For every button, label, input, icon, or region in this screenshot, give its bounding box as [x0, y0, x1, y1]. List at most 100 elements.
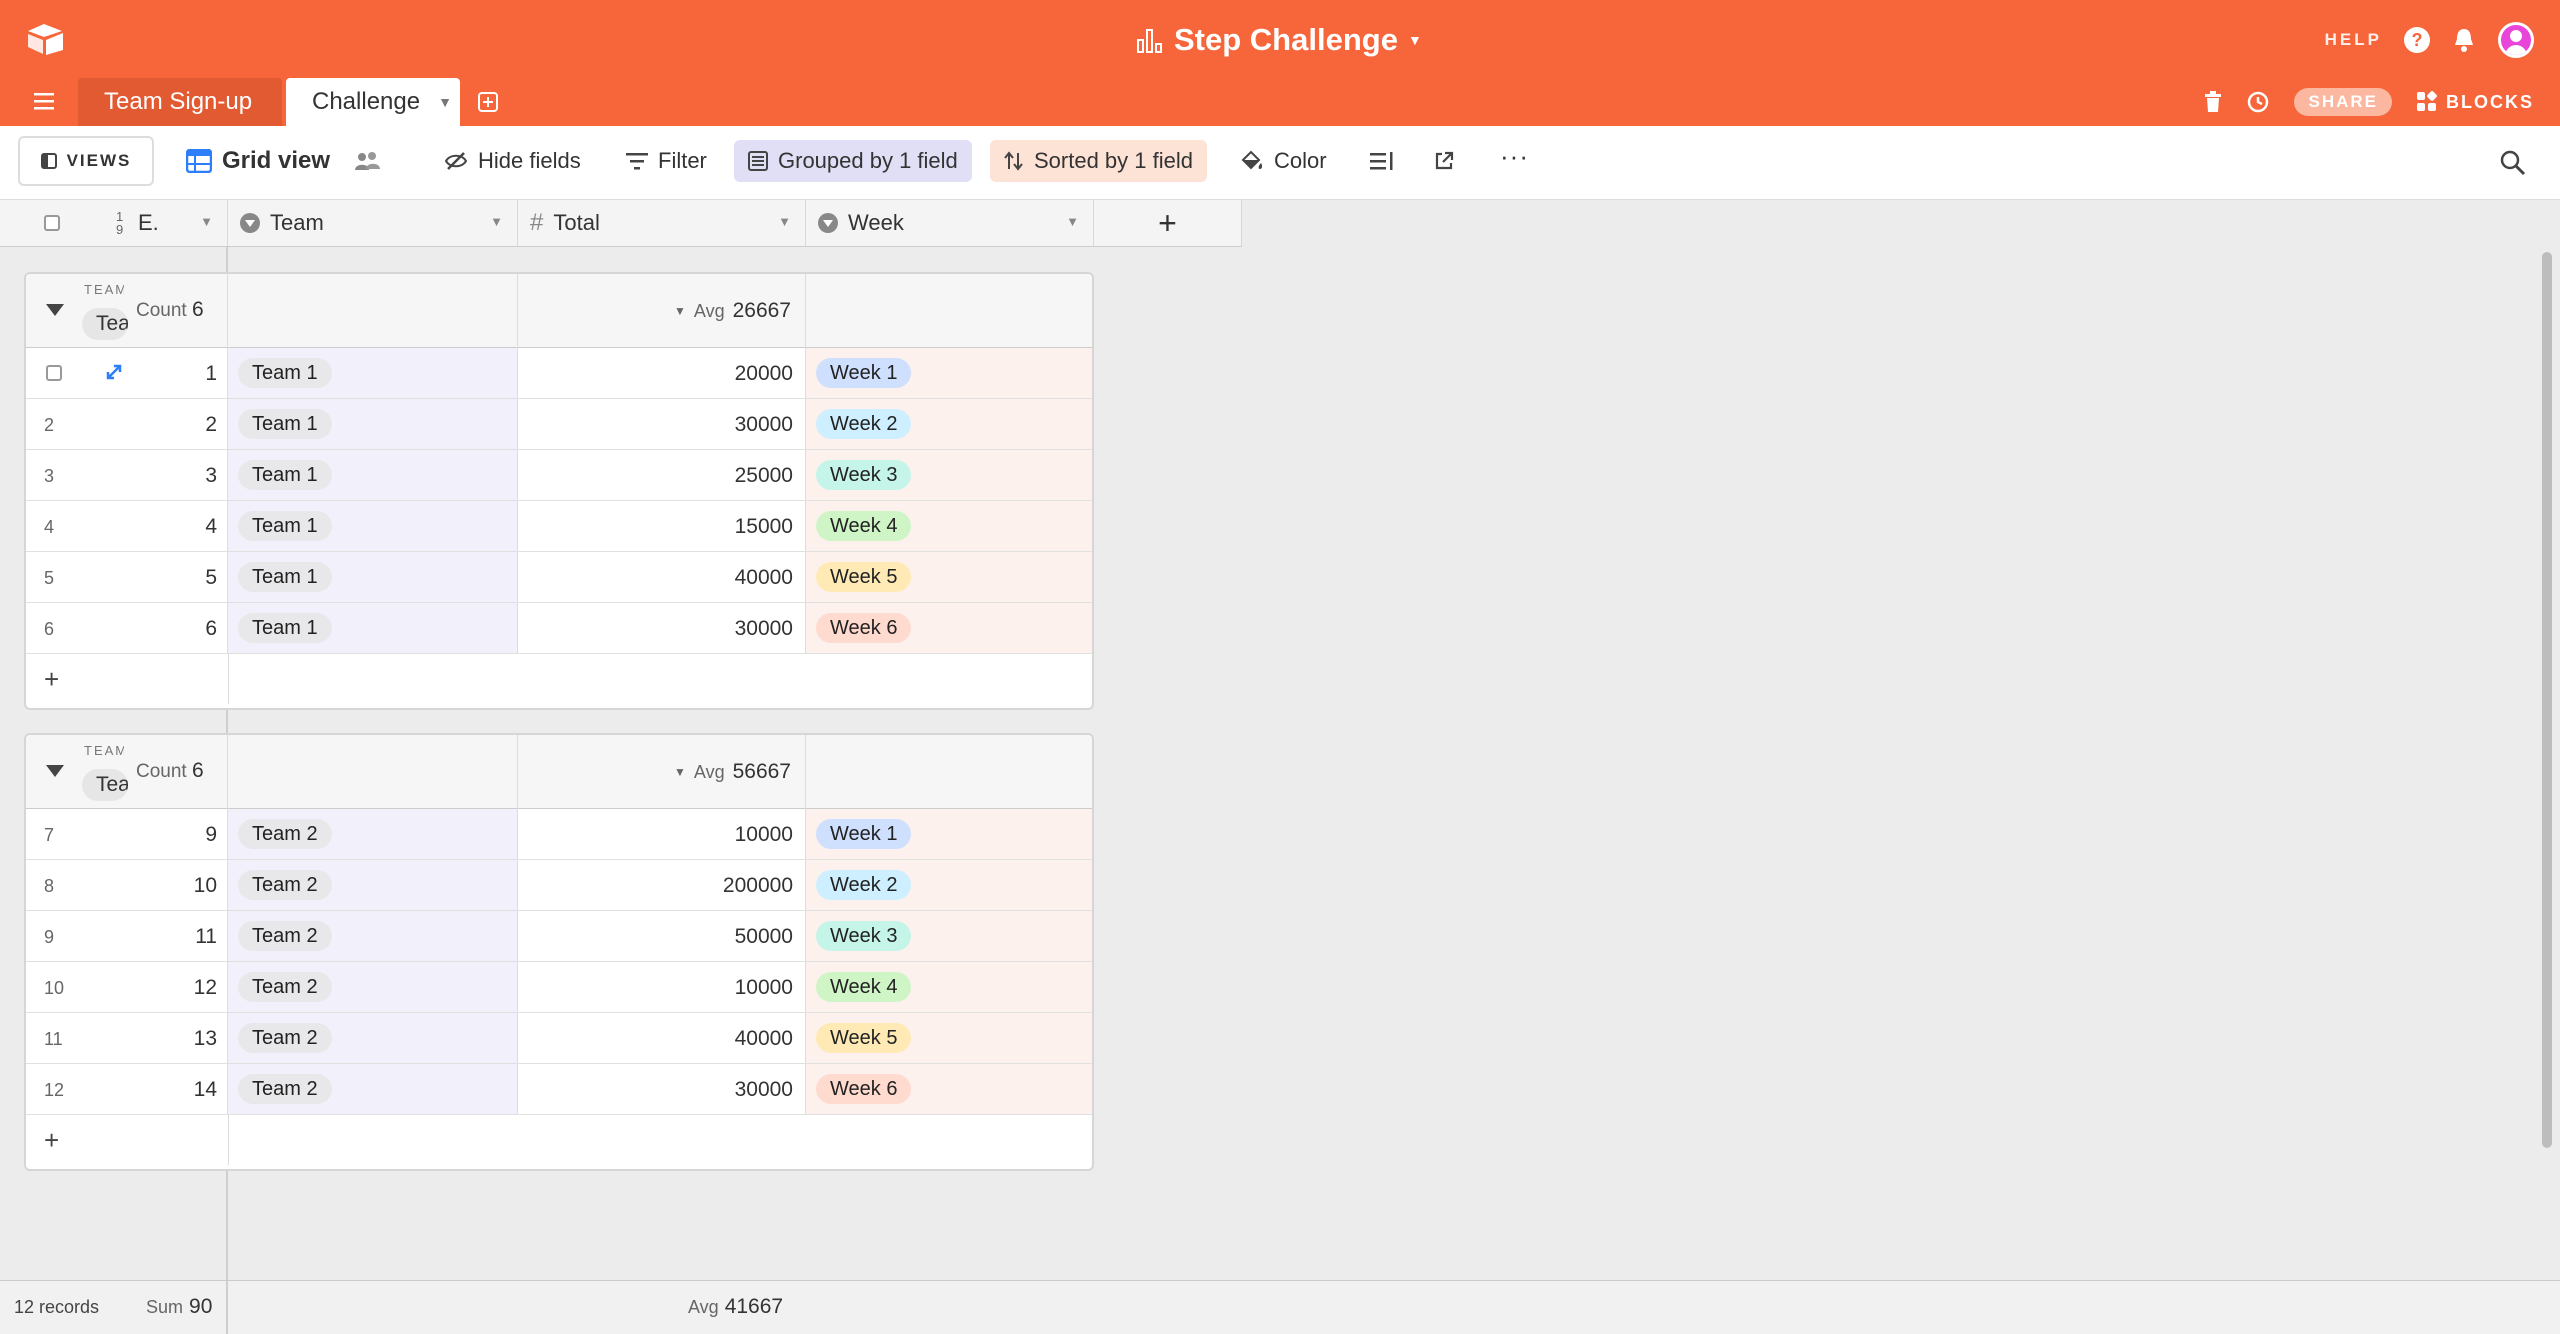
table-row[interactable]: 11 13 Team 2 40000 Week 5 [26, 1013, 1092, 1064]
bell-icon[interactable] [2452, 27, 2476, 53]
airtable-logo-icon[interactable] [26, 22, 66, 56]
cell-week[interactable]: Week 5 [806, 552, 1092, 602]
cell-week[interactable]: Week 2 [806, 399, 1092, 449]
cell-week[interactable]: Week 4 [806, 962, 1092, 1012]
table-row[interactable]: 4 4 Team 1 15000 Week 4 [26, 501, 1092, 552]
hide-fields-button[interactable]: Hide fields [430, 140, 595, 182]
cell-total[interactable]: 50000 [518, 911, 806, 961]
add-table-icon[interactable] [478, 92, 498, 112]
group-header[interactable]: TEAM Team 2 Count 6 ▼ Avg 56667 [26, 735, 1092, 809]
cell-team[interactable]: Team 2 [228, 860, 518, 910]
blocks-button[interactable]: BLOCKS [2416, 91, 2534, 113]
cell-week[interactable]: Week 4 [806, 501, 1092, 551]
cell-e[interactable]: 12 [96, 962, 228, 1012]
cell-total[interactable]: 200000 [518, 860, 806, 910]
group-avg-summary[interactable]: ▼ Avg 26667 [518, 274, 806, 348]
cell-team[interactable]: Team 1 [228, 450, 518, 500]
table-row[interactable]: 2 2 Team 1 30000 Week 2 [26, 399, 1092, 450]
help-icon[interactable]: ? [2404, 27, 2430, 53]
tab-challenge[interactable]: Challenge ▼ [286, 78, 460, 126]
chevron-down-icon[interactable]: ▼ [778, 214, 791, 229]
cell-e[interactable]: 5 [96, 552, 228, 602]
table-row[interactable]: 3 3 Team 1 25000 Week 3 [26, 450, 1092, 501]
cell-total[interactable]: 10000 [518, 809, 806, 859]
cell-week[interactable]: Week 3 [806, 911, 1092, 961]
table-row[interactable]: 8 10 Team 2 200000 Week 2 [26, 860, 1092, 911]
cell-e[interactable]: 10 [96, 860, 228, 910]
cell-e[interactable]: 13 [96, 1013, 228, 1063]
help-link[interactable]: HELP [2325, 30, 2382, 50]
cell-total[interactable]: 20000 [518, 348, 806, 398]
cell-team[interactable]: Team 1 [228, 603, 518, 653]
hamburger-menu-icon[interactable] [34, 92, 54, 110]
history-icon[interactable] [2246, 90, 2270, 114]
cell-team[interactable]: Team 2 [228, 1013, 518, 1063]
cell-total[interactable]: 40000 [518, 1013, 806, 1063]
add-field-button[interactable]: + [1094, 200, 1242, 246]
table-row[interactable]: 10 12 Team 2 10000 Week 4 [26, 962, 1092, 1013]
column-header-team[interactable]: Team ▼ [228, 200, 518, 246]
share-button[interactable]: SHARE [2294, 88, 2392, 116]
table-row[interactable]: 6 6 Team 1 30000 Week 6 [26, 603, 1092, 654]
chevron-down-icon[interactable]: ▼ [490, 214, 503, 229]
add-record-row[interactable]: + [26, 1115, 1092, 1165]
column-header-total[interactable]: # Total ▼ [518, 200, 806, 246]
row-height-button[interactable] [1356, 140, 1408, 182]
chevron-down-icon[interactable]: ▼ [200, 214, 213, 229]
cell-total[interactable]: 30000 [518, 603, 806, 653]
cell-total[interactable]: 30000 [518, 399, 806, 449]
chevron-down-icon[interactable]: ▼ [1066, 214, 1079, 229]
table-row[interactable]: 7 9 Team 2 10000 Week 1 [26, 809, 1092, 860]
cell-e[interactable]: 9 [96, 809, 228, 859]
cell-week[interactable]: Week 1 [806, 809, 1092, 859]
cell-team[interactable]: Team 1 [228, 501, 518, 551]
cell-week[interactable]: Week 5 [806, 1013, 1092, 1063]
views-button[interactable]: VIEWS [18, 136, 154, 186]
cell-e[interactable]: 3 [96, 450, 228, 500]
color-button[interactable]: Color [1226, 140, 1341, 182]
cell-total[interactable]: 25000 [518, 450, 806, 500]
table-row[interactable]: 12 14 Team 2 30000 Week 6 [26, 1064, 1092, 1115]
cell-total[interactable]: 15000 [518, 501, 806, 551]
grid-view-switcher[interactable]: Grid view [172, 140, 396, 182]
trash-icon[interactable] [2204, 91, 2222, 113]
cell-week[interactable]: Week 3 [806, 450, 1092, 500]
cell-team[interactable]: Team 2 [228, 1064, 518, 1114]
cell-e[interactable]: 11 [96, 911, 228, 961]
plus-icon[interactable]: + [44, 1125, 59, 1156]
cell-week[interactable]: Week 2 [806, 860, 1092, 910]
cell-team[interactable]: Team 2 [228, 962, 518, 1012]
cell-week[interactable]: Week 6 [806, 603, 1092, 653]
row-checkbox[interactable] [46, 365, 62, 381]
table-row[interactable]: 1 Team 1 20000 Week 1 [26, 348, 1092, 399]
cell-e[interactable]: 4 [96, 501, 228, 551]
cell-team[interactable]: Team 2 [228, 911, 518, 961]
cell-team[interactable]: Team 2 [228, 809, 518, 859]
group-button[interactable]: Grouped by 1 field [734, 140, 972, 182]
cell-team[interactable]: Team 1 [228, 399, 518, 449]
group-avg-summary[interactable]: ▼ Avg 56667 [518, 735, 806, 809]
tab-team-sign-up[interactable]: Team Sign-up [78, 78, 282, 126]
filter-button[interactable]: Filter [612, 140, 721, 182]
column-header-week[interactable]: Week ▼ [806, 200, 1094, 246]
plus-icon[interactable]: + [44, 664, 59, 695]
column-header-primary[interactable]: 19 E. ▼ [0, 200, 228, 246]
collaborators-icon[interactable] [354, 151, 382, 171]
table-row[interactable]: 5 5 Team 1 40000 Week 5 [26, 552, 1092, 603]
cell-e[interactable]: 2 [96, 399, 228, 449]
collapse-group-icon[interactable] [46, 765, 64, 777]
avatar[interactable] [2498, 22, 2534, 58]
cell-e[interactable]: 14 [96, 1064, 228, 1114]
search-icon[interactable] [2498, 148, 2528, 178]
add-record-row[interactable]: + [26, 654, 1092, 704]
collapse-group-icon[interactable] [46, 304, 64, 316]
sort-button[interactable]: Sorted by 1 field [990, 140, 1207, 182]
base-title[interactable]: Step Challenge ▼ [1136, 18, 1422, 62]
cell-e[interactable]: 6 [96, 603, 228, 653]
cell-team[interactable]: Team 1 [228, 552, 518, 602]
avg-summary[interactable]: Avg 41667 [688, 1295, 783, 1319]
more-options-button[interactable]: ··· [1486, 140, 1543, 182]
table-row[interactable]: 9 11 Team 2 50000 Week 3 [26, 911, 1092, 962]
chevron-down-icon[interactable]: ▼ [438, 94, 452, 110]
cell-total[interactable]: 40000 [518, 552, 806, 602]
